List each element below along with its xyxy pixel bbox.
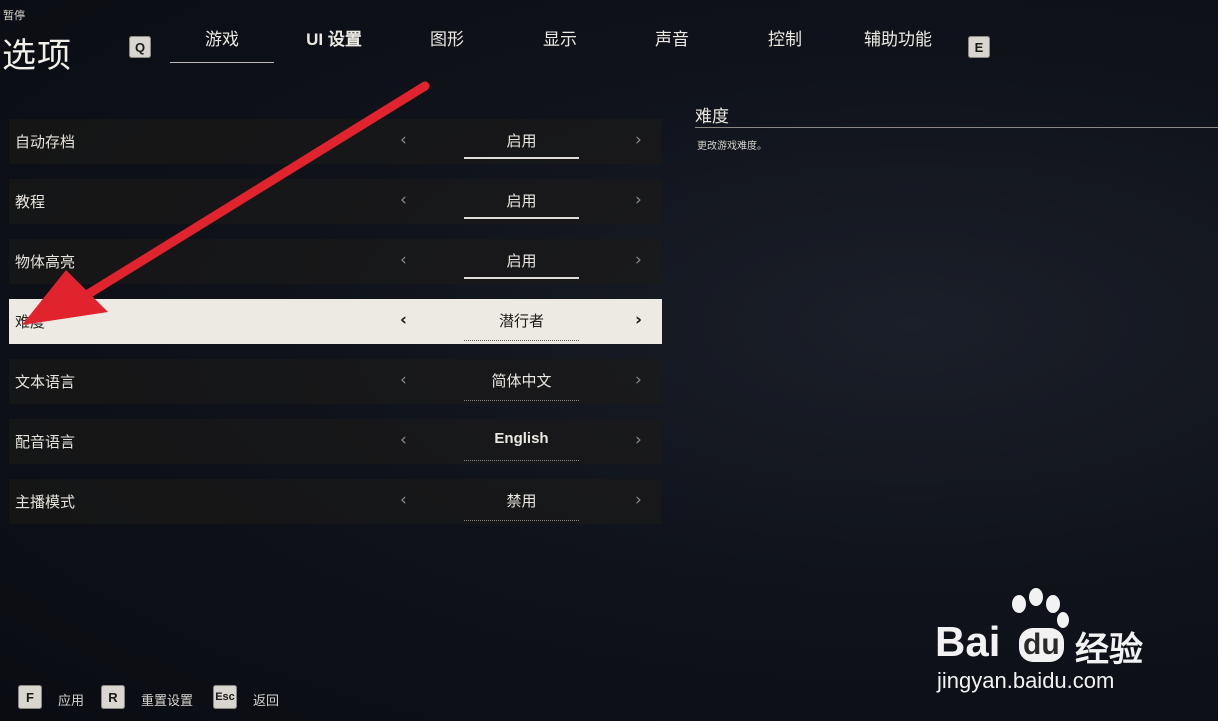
description-title: 难度 [695,107,729,127]
setting-row-tutorial[interactable]: 教程 ‹ 启用 › [9,179,662,224]
description-text: 更改游戏难度。 [697,141,767,152]
setting-label: 物体高亮 [15,253,76,271]
setting-label: 文本语言 [15,373,76,391]
tab-ui-settings[interactable]: UI 设置 [290,28,378,62]
tab-prev-key[interactable]: Q [129,36,151,58]
setting-label: 自动存档 [15,133,76,151]
chevron-left-icon[interactable]: ‹ [400,130,407,150]
watermark-brand-cn: 经验 [1075,631,1143,669]
setting-row-voice-language[interactable]: 配音语言 ‹ English › [9,419,662,464]
setting-value: 启用 [506,192,537,210]
setting-label: 难度 [15,313,46,331]
chevron-right-icon[interactable]: › [635,490,642,510]
tab-accessibility[interactable]: 辅助功能 [855,28,941,62]
chevron-left-icon[interactable]: ‹ [400,430,407,450]
tab-controls[interactable]: 控制 [748,28,822,62]
value-indicator [464,519,579,521]
pause-label: 暂停 [3,9,25,22]
watermark-brand-a: Bai [935,618,1001,665]
back-button[interactable]: 返回 [253,690,279,709]
footer-bar: F 应用 R 重置设置 Esc 返回 [0,683,400,713]
chevron-right-icon[interactable]: › [635,190,642,210]
watermark-url: jingyan.baidu.com [937,668,1115,693]
value-indicator [464,277,579,279]
value-indicator [464,459,579,461]
value-indicator [464,339,579,341]
setting-row-streamer-mode[interactable]: 主播模式 ‹ 禁用 › [9,479,662,524]
chevron-left-icon[interactable]: ‹ [400,250,407,270]
baidu-watermark: Bai du 经验 jingyan.baidu.com [935,588,1175,698]
setting-value: 简体中文 [491,372,552,390]
watermark-brand-b: du [1019,628,1064,662]
value-indicator [464,399,579,401]
setting-value: 启用 [506,132,537,150]
tab-graphics[interactable]: 图形 [410,28,484,62]
value-indicator [464,157,579,159]
reset-settings-button[interactable]: 重置设置 [141,690,193,709]
setting-row-difficulty[interactable]: 难度 ‹ 潜行者 › [9,299,662,344]
chevron-left-icon[interactable]: ‹ [400,190,407,210]
setting-value: 禁用 [506,492,537,510]
page-title: 选项 [2,36,72,76]
tab-game[interactable]: 游戏 [170,28,274,63]
apply-key[interactable]: F [18,685,42,709]
chevron-right-icon[interactable]: › [635,370,642,390]
apply-button[interactable]: 应用 [58,690,84,709]
setting-row-object-highlight[interactable]: 物体高亮 ‹ 启用 › [9,239,662,284]
tab-display[interactable]: 显示 [523,28,597,62]
setting-label: 配音语言 [15,433,76,451]
back-key[interactable]: Esc [213,685,237,709]
setting-label: 教程 [15,193,46,211]
chevron-right-icon[interactable]: › [635,430,642,450]
chevron-left-icon[interactable]: ‹ [400,370,407,390]
setting-value: 潜行者 [498,312,544,330]
setting-label: 主播模式 [15,493,76,511]
chevron-right-icon[interactable]: › [635,130,642,150]
setting-row-text-language[interactable]: 文本语言 ‹ 简体中文 › [9,359,662,404]
tab-next-key[interactable]: E [968,36,990,58]
setting-row-autosave[interactable]: 自动存档 ‹ 启用 › [9,119,662,164]
tab-sound[interactable]: 声音 [635,28,709,62]
chevron-left-icon[interactable]: ‹ [400,490,407,510]
chevron-right-icon[interactable]: › [635,310,642,330]
chevron-left-icon[interactable]: ‹ [400,310,407,330]
chevron-right-icon[interactable]: › [635,250,642,270]
setting-value: English [494,430,549,447]
setting-value: 启用 [506,252,537,270]
value-indicator [464,217,579,219]
description-divider [695,127,1218,128]
reset-key[interactable]: R [101,685,125,709]
